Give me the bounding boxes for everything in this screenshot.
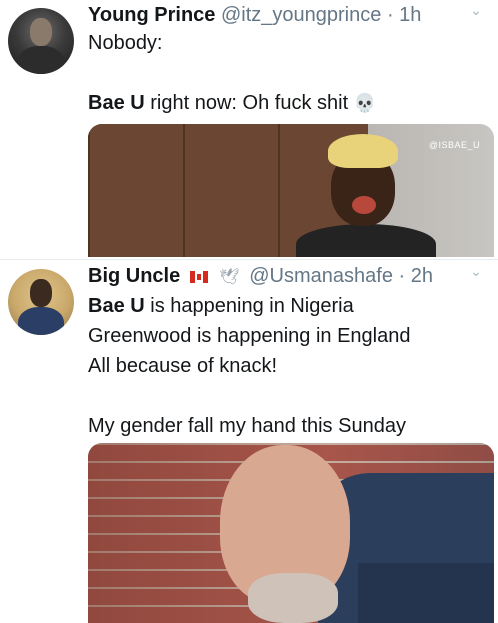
tweet-text-line: All because of knack!: [88, 355, 277, 377]
avatar-face: [30, 18, 52, 46]
avatar[interactable]: [8, 8, 74, 74]
tweet-text: Nobody: Bae U right now: Oh fuck shit 💀: [88, 28, 488, 118]
image-hair: [328, 134, 398, 168]
tweet-text-line: Nobody:: [88, 32, 163, 54]
dove-icon: 🕊: [219, 269, 240, 286]
tweet-text-line: Bae U right now: Oh fuck shit 💀: [88, 88, 488, 118]
tweet-header: Young Prince @itz_youngprince · 1h: [88, 2, 488, 28]
tweet[interactable]: Young Prince @itz_youngprince · 1h ⌄ Nob…: [0, 0, 498, 260]
image-mouth: [352, 196, 376, 214]
bold-text: Bae U: [88, 295, 145, 317]
bold-text: Bae U: [88, 92, 145, 114]
image-shirt: [296, 224, 436, 257]
tweet-header: Big Uncle 🕊 @Usmanashafe · 2h: [88, 263, 488, 289]
timestamp[interactable]: 1h: [399, 4, 421, 26]
skull-emoji-icon: 💀: [353, 93, 377, 113]
user-handle[interactable]: @Usmanashafe: [249, 265, 393, 287]
tweet-text-line: My gender fall my hand this Sunday: [88, 415, 406, 437]
image-beard: [248, 573, 338, 623]
avatar-face: [30, 279, 52, 307]
tweet-image[interactable]: [88, 443, 494, 623]
text-span: right now: Oh fuck shit: [144, 92, 349, 114]
tweet-text-line: [88, 381, 488, 411]
user-handle[interactable]: @itz_youngprince: [221, 4, 381, 26]
image-jacket-lower: [358, 563, 494, 623]
chevron-down-icon[interactable]: ⌄: [468, 2, 484, 22]
tweet-text: Bae U is happening in Nigeria Greenwood …: [88, 291, 488, 441]
tweet-image[interactable]: @ISBAE_U: [88, 124, 494, 257]
display-name[interactable]: Big Uncle: [88, 265, 180, 287]
timestamp[interactable]: 2h: [411, 265, 433, 287]
chevron-down-icon[interactable]: ⌄: [468, 263, 484, 283]
avatar[interactable]: [8, 269, 74, 335]
canada-flag-icon: [189, 271, 208, 283]
avatar-body: [18, 46, 64, 74]
separator-dot: ·: [386, 4, 394, 26]
separator-dot: ·: [398, 265, 406, 287]
display-name[interactable]: Young Prince: [88, 4, 215, 26]
tweet-text-line: [88, 58, 488, 88]
tweet-text-line: Bae U is happening in Nigeria: [88, 291, 488, 321]
tweet-divider: [0, 259, 498, 260]
image-watermark: @ISBAE_U: [428, 140, 480, 150]
tweet-text-line: Greenwood is happening in England: [88, 325, 411, 347]
image-person: [286, 134, 446, 257]
text-span: is happening in Nigeria: [144, 295, 354, 317]
avatar-body: [18, 307, 64, 335]
